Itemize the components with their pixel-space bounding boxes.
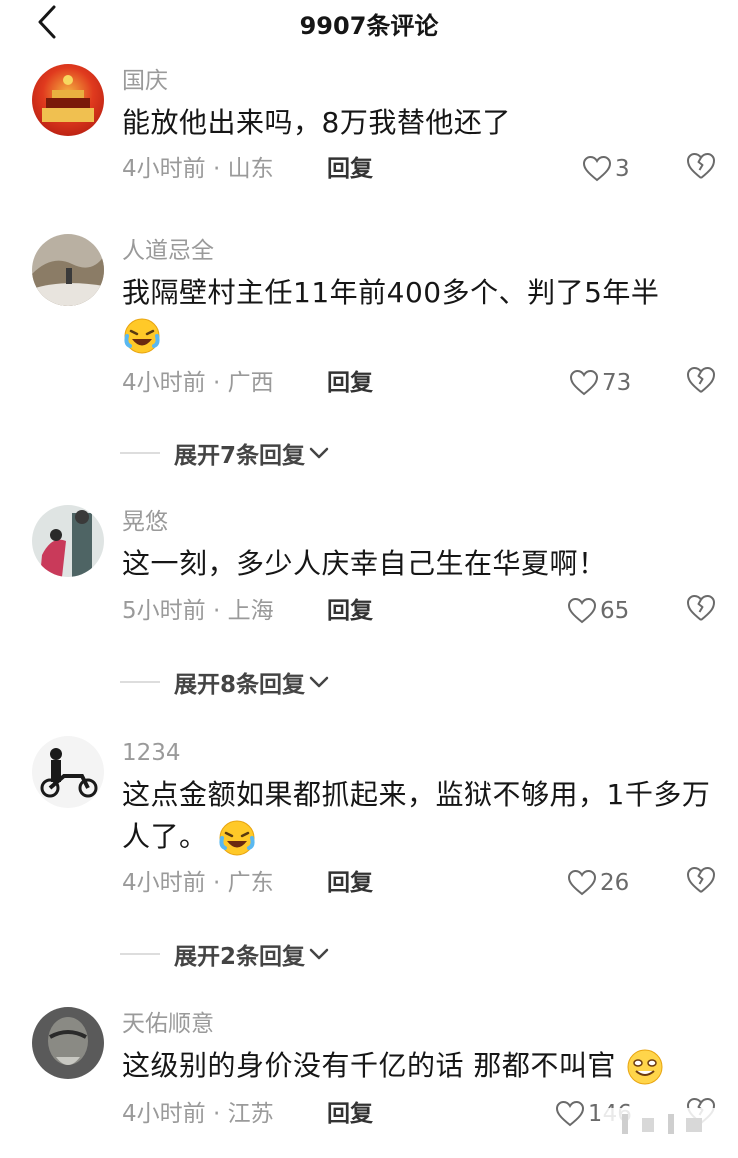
username[interactable]: 晃悠 — [122, 505, 168, 539]
heart-icon — [556, 1101, 584, 1127]
avatar[interactable] — [32, 736, 104, 808]
grinning-emoji-icon — [625, 1047, 665, 1087]
dislike-button[interactable] — [686, 594, 718, 628]
top-bar: 9907条评论 — [0, 0, 738, 44]
comment-meta: 5小时前 · 上海 — [122, 598, 274, 624]
dislike-button[interactable] — [686, 866, 718, 900]
expand-replies-label: 展开7条回复 — [174, 443, 306, 469]
like-button[interactable]: 26 — [568, 866, 629, 900]
heart-icon — [583, 156, 611, 182]
comment-text: 这级别的身价没有千亿的话 那都不叫官 — [122, 1045, 712, 1087]
laughing-crying-emoji-icon — [122, 316, 162, 356]
expand-replies-label: 展开8条回复 — [174, 672, 306, 698]
comment-meta: 4小时前 · 江苏 — [122, 1101, 274, 1127]
reply-button[interactable]: 回复 — [327, 594, 373, 628]
username[interactable]: 人道忌全 — [122, 234, 214, 268]
divider — [120, 452, 160, 454]
comment-text: 能放他出来吗，8万我替他还了 — [122, 106, 511, 139]
like-button[interactable]: 73 — [570, 366, 631, 400]
reply-button[interactable]: 回复 — [327, 866, 373, 900]
comment-meta: 4小时前 · 广西 — [122, 370, 274, 396]
comment-text: 我隔壁村主任11年前400多个、判了5年半 — [122, 272, 712, 356]
watermark-logo — [582, 1098, 722, 1142]
like-button[interactable]: 65 — [568, 594, 629, 628]
chevron-down-icon — [309, 948, 329, 960]
comment-meta: 4小时前 · 山东 — [122, 156, 274, 182]
like-count: 26 — [600, 870, 630, 896]
page-title: 9907条评论 — [299, 12, 439, 40]
reply-button[interactable]: 回复 — [327, 1097, 373, 1131]
like-count: 3 — [615, 156, 630, 182]
dislike-button[interactable] — [686, 366, 718, 400]
heart-icon — [570, 370, 598, 396]
username[interactable]: 1234 — [122, 736, 181, 770]
reply-button[interactable]: 回复 — [327, 152, 373, 186]
broken-heart-icon — [687, 153, 715, 179]
heart-icon — [568, 598, 596, 624]
broken-heart-icon — [687, 595, 715, 621]
comment-meta: 4小时前 · 广东 — [122, 870, 274, 896]
comment-text-content: 这级别的身价没有千亿的话 那都不叫官 — [122, 1049, 616, 1082]
avatar[interactable] — [32, 1007, 104, 1079]
expand-replies-label: 展开2条回复 — [174, 944, 306, 970]
avatar[interactable] — [32, 234, 104, 306]
heart-icon — [568, 870, 596, 896]
expand-replies-button[interactable]: 展开8条回复 — [120, 665, 329, 699]
comment-text: 这一刻，多少人庆幸自己生在华夏啊！ — [122, 547, 607, 580]
username[interactable]: 天佑顺意 — [122, 1007, 214, 1041]
chevron-down-icon — [309, 676, 329, 688]
avatar[interactable] — [32, 505, 104, 577]
comment-text-content: 这点金额如果都抓起来，监狱不够用，1千多万人了。 — [122, 778, 711, 853]
expand-replies-button[interactable]: 展开7条回复 — [120, 436, 329, 470]
comment-text-content: 我隔壁村主任11年前400多个、判了5年半 — [122, 276, 660, 309]
dislike-button[interactable] — [686, 152, 718, 186]
chevron-down-icon — [309, 447, 329, 459]
like-button[interactable]: 3 — [583, 152, 630, 186]
reply-button[interactable]: 回复 — [327, 366, 373, 400]
avatar[interactable] — [32, 64, 104, 136]
divider — [120, 681, 160, 683]
comment-text: 这点金额如果都抓起来，监狱不够用，1千多万人了。 — [122, 774, 712, 858]
broken-heart-icon — [687, 367, 715, 393]
like-count: 65 — [600, 598, 630, 624]
expand-replies-button[interactable]: 展开2条回复 — [120, 937, 329, 971]
like-count: 73 — [602, 370, 632, 396]
broken-heart-icon — [687, 867, 715, 893]
laughing-crying-emoji-icon — [217, 818, 257, 858]
divider — [120, 953, 160, 955]
username[interactable]: 国庆 — [122, 64, 168, 98]
